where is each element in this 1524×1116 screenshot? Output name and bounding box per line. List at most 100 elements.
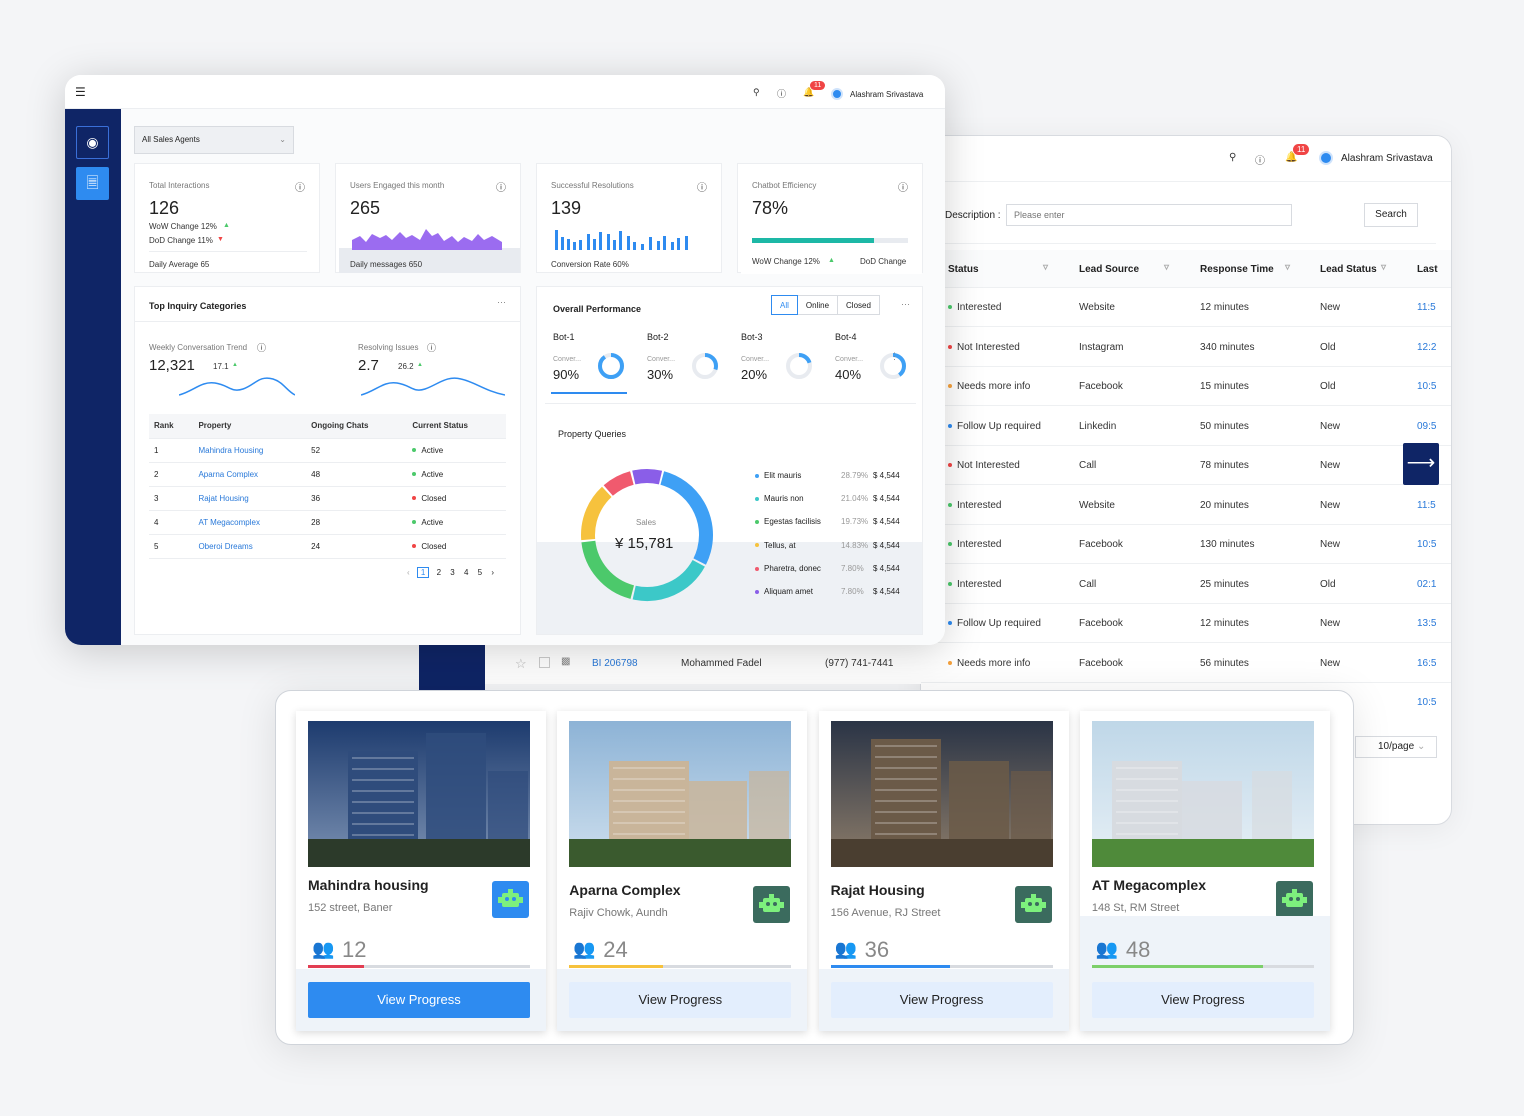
property-link[interactable]: Mahindra Housing — [193, 438, 307, 463]
last-contact[interactable]: 13:5 — [1417, 618, 1436, 629]
more-icon[interactable]: ⋯ — [497, 297, 506, 308]
last-contact[interactable]: 12:2 — [1417, 342, 1436, 353]
legend-item[interactable]: Aliquam amet 7.80% $ 4,544 — [755, 587, 915, 596]
table-row[interactable]: Not Interested Instagram 340 minutes Old 12:… — [921, 328, 1451, 367]
table-row[interactable]: Follow Up required Facebook 12 minutes New 1… — [921, 604, 1451, 643]
star-icon[interactable]: ☆ — [515, 656, 527, 672]
view-progress-button[interactable]: View Progress — [569, 982, 792, 1018]
legend-item[interactable]: Mauris non 21.04% $ 4,544 — [755, 494, 915, 503]
bot-stat[interactable]: Bot-4 Conver... 40% — [835, 327, 925, 391]
table-row[interactable]: Not InterestedCall78 minutesNew11:5 — [921, 446, 1451, 485]
avatar[interactable] — [831, 88, 843, 100]
help-icon[interactable]: ⓘ — [777, 87, 786, 100]
filter-all[interactable]: All — [771, 295, 798, 315]
chevron-right-icon[interactable]: › — [491, 568, 494, 577]
info-icon[interactable]: ⓘ — [496, 179, 506, 194]
property-card[interactable]: Aparna Complex Rajiv Chowk, Aundh 👥 24 V… — [557, 711, 808, 1031]
info-icon[interactable]: ⓘ — [697, 179, 707, 194]
filter-icon[interactable]: ▿ — [1164, 262, 1169, 273]
more-icon[interactable]: ⋯ — [901, 299, 910, 310]
property-card[interactable]: Rajat Housing 156 Avenue, RJ Street 👥 36… — [818, 711, 1069, 1031]
page-2[interactable]: 2 — [437, 568, 441, 577]
legend-item[interactable]: Egestas facilisis 19.73% $ 4,544 — [755, 517, 915, 526]
info-icon[interactable]: ⓘ — [257, 341, 266, 354]
last-contact[interactable]: 02:1 — [1417, 579, 1436, 590]
table-row[interactable]: Interested Website 12 minutes New 11:5 — [921, 288, 1451, 327]
filter-online[interactable]: Online — [797, 295, 839, 315]
lead-source: Call — [1079, 578, 1097, 590]
lead-id[interactable]: BI 206798 — [592, 658, 638, 669]
page-3[interactable]: 3 — [450, 568, 454, 577]
status-dot — [412, 472, 417, 477]
chat-icon[interactable]: ▩ — [561, 656, 570, 667]
legend-name: Egestas facilisis — [764, 517, 821, 527]
robot-icon[interactable] — [1014, 886, 1052, 923]
status-dot — [948, 581, 952, 586]
bot-stat[interactable]: Bot-3 Conver... 20% — [741, 327, 831, 391]
filter-closed[interactable]: Closed — [838, 295, 880, 315]
document-search-icon[interactable]: 🗏 — [76, 167, 109, 200]
filter-icon[interactable]: ▿ — [1285, 262, 1290, 273]
table-row[interactable]: 5 Oberoi Dreams 24 Closed — [149, 534, 506, 559]
page-1[interactable]: 1 — [416, 567, 430, 578]
last-contact[interactable]: 11:5 — [1417, 500, 1436, 511]
search-button[interactable]: Search — [1364, 203, 1418, 227]
property-link[interactable]: Rajat Housing — [193, 486, 307, 511]
legend-item[interactable]: Elit mauris 28.79% $ 4,544 — [755, 471, 915, 480]
last-contact[interactable]: 09:5 — [1417, 421, 1436, 432]
last-contact[interactable]: 11:5 — [1417, 302, 1436, 313]
description-input[interactable] — [1006, 204, 1292, 226]
search-icon[interactable]: ⚲ — [1229, 152, 1236, 163]
info-icon[interactable]: ⓘ — [898, 179, 908, 194]
col-ongoing-chats[interactable]: Ongoing Chats — [306, 414, 408, 439]
table-row[interactable]: 4 AT Megacomplex 28 Active — [149, 510, 506, 535]
bot-stat[interactable]: Bot-2 Conver... 30% — [647, 327, 737, 391]
more-icon[interactable]: ⋮ — [890, 351, 899, 362]
table-row[interactable]: Follow Up required Linkedin 50 minutes New 0… — [921, 407, 1451, 446]
last-contact[interactable]: 10:5 — [1417, 381, 1436, 392]
legend-item[interactable]: Pharetra, donec 7.80% $ 4,544 — [755, 564, 915, 573]
bot-icon[interactable]: ◉ — [76, 126, 109, 159]
page-4[interactable]: 4 — [464, 568, 468, 577]
last-contact[interactable]: 10:5 — [1417, 697, 1436, 708]
property-card[interactable]: Mahindra housing 152 street, Baner 👥 12 … — [296, 711, 546, 1031]
arrow-right-icon[interactable]: ⟶ — [1403, 443, 1439, 485]
last-contact[interactable]: 10:5 — [1417, 539, 1436, 550]
info-icon[interactable]: ⓘ — [427, 341, 436, 354]
info-icon[interactable]: ⓘ — [295, 179, 305, 194]
row-checkbox[interactable] — [539, 657, 550, 668]
chevron-left-icon[interactable]: ‹ — [407, 568, 410, 577]
table-row[interactable]: Interested Facebook 130 minutes New 10:5 — [921, 525, 1451, 564]
help-icon[interactable]: ⓘ — [1255, 152, 1265, 167]
search-icon[interactable]: ⚲ — [753, 87, 760, 98]
property-link[interactable]: Oberoi Dreams — [193, 534, 307, 559]
agent-select[interactable]: All Sales Agents ⌄ — [134, 126, 294, 154]
view-progress-button[interactable]: View Progress — [308, 982, 530, 1018]
page-5[interactable]: 5 — [478, 568, 482, 577]
property-link[interactable]: Aparna Complex — [193, 462, 307, 487]
filter-icon[interactable]: ▿ — [1043, 262, 1048, 273]
table-row[interactable]: ☆Needs more infoFacebook56 minutesNew16:… — [921, 644, 1451, 683]
table-row[interactable]: 3 Rajat Housing 36 Closed — [149, 486, 506, 511]
robot-icon[interactable] — [492, 881, 529, 918]
table-row[interactable]: 2 Aparna Complex 48 Active — [149, 462, 506, 487]
bot-stat[interactable]: Bot-1 Conver... 90% — [553, 327, 643, 391]
col-current-status[interactable]: Current Status — [407, 414, 506, 439]
view-progress-button[interactable]: View Progress — [1091, 982, 1314, 1018]
filter-icon[interactable]: ▿ — [1381, 262, 1386, 273]
property-link[interactable]: AT Megacomplex — [193, 510, 307, 535]
view-progress-button[interactable]: View Progress — [830, 982, 1053, 1018]
table-row[interactable]: Interested Call 25 minutes Old 02:1 — [921, 565, 1451, 604]
table-row-overflow[interactable]: ☆ ▩ BI 206798 Mohammed Fadel (977) 741-7… — [485, 645, 921, 684]
avatar[interactable] — [1319, 151, 1333, 165]
property-card[interactable]: AT Megacomplex 148 St, RM Street 👥 48 Vi… — [1079, 711, 1330, 1031]
table-row[interactable]: Needs more info Facebook 15 minutes Old 10:5 — [921, 367, 1451, 406]
menu-icon[interactable]: ☰ — [75, 85, 86, 99]
robot-icon[interactable] — [753, 886, 791, 923]
page-size-select[interactable]: 10/page ⌄ — [1355, 736, 1437, 758]
table-row[interactable]: Interested Website 20 minutes New 11:5 — [921, 486, 1451, 525]
table-row[interactable]: 1 Mahindra Housing 52 Active — [149, 438, 506, 463]
robot-icon[interactable] — [1275, 881, 1313, 918]
last-contact[interactable]: 16:5 — [1417, 658, 1436, 669]
legend-item[interactable]: Tellus, at 14.83% $ 4,544 — [755, 541, 915, 550]
